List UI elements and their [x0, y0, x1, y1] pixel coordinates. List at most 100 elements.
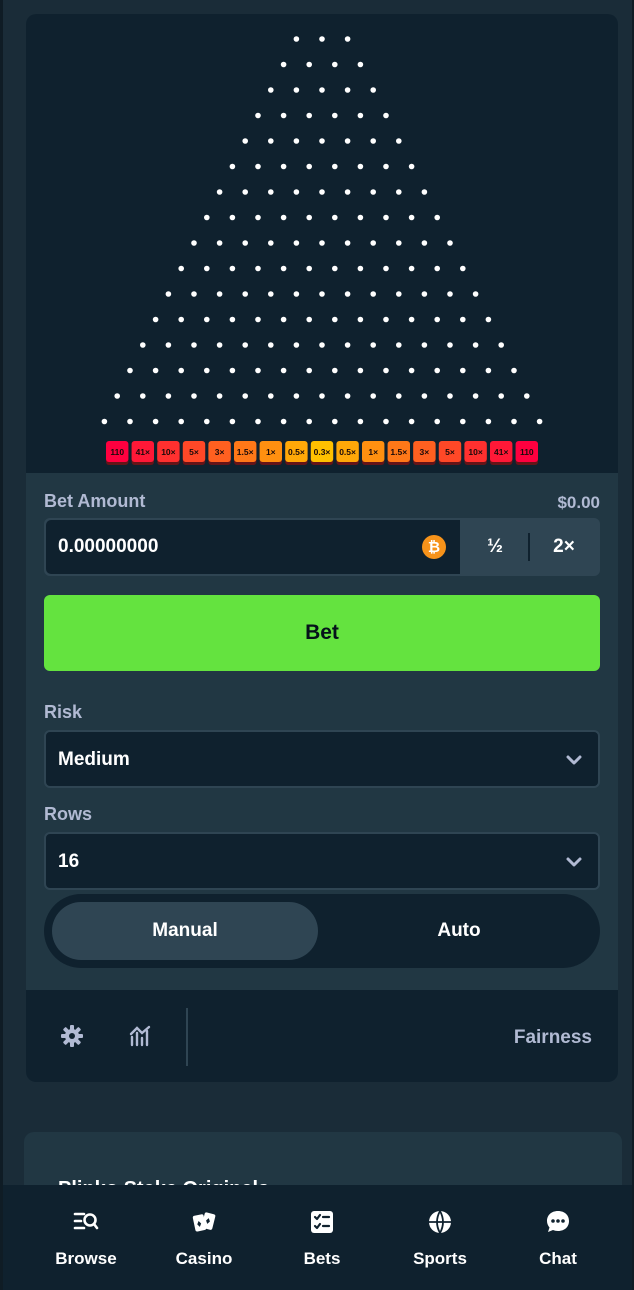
peg — [408, 265, 415, 272]
peg — [460, 265, 466, 272]
peg — [293, 36, 300, 42]
peg — [332, 61, 338, 68]
multiplier-label: 0.5× — [288, 447, 305, 457]
bet-button[interactable]: Bet — [44, 595, 600, 671]
rows-select[interactable]: 16 — [44, 832, 600, 890]
peg — [319, 36, 325, 42]
peg — [293, 87, 300, 93]
peg — [408, 367, 415, 374]
bet-amount-input[interactable]: 0.00000000 ₿ — [46, 520, 460, 574]
peg — [344, 87, 351, 93]
peg — [332, 367, 338, 374]
gear-icon[interactable] — [60, 1024, 84, 1048]
nav-bets[interactable]: Bets — [263, 1185, 381, 1290]
peg — [485, 316, 492, 323]
peg — [524, 393, 530, 399]
peg — [434, 418, 441, 425]
bet-usd-value: $0.00 — [557, 493, 600, 512]
multiplier-slot: 3× — [413, 441, 436, 465]
half-bet-button[interactable]: ½ — [461, 520, 529, 574]
fairness-link[interactable]: Fairness — [514, 1027, 592, 1049]
mode-toggle: Manual Auto — [44, 894, 600, 968]
peg — [152, 367, 159, 374]
nav-sports[interactable]: Sports — [381, 1185, 499, 1290]
peg — [357, 61, 364, 68]
peg — [447, 240, 453, 246]
risk-select[interactable]: Medium — [44, 730, 600, 788]
chat-icon — [547, 1211, 569, 1232]
multiplier-slot: 1.5× — [234, 441, 257, 465]
multiplier-slot: 0.3× — [310, 441, 334, 465]
multiplier-label: 110 — [520, 447, 534, 457]
peg — [204, 367, 210, 374]
nav-browse[interactable]: Browse — [27, 1185, 145, 1290]
risk-label: Risk — [44, 702, 83, 722]
peg — [268, 189, 274, 195]
nav-chat[interactable]: Chat — [499, 1185, 617, 1290]
peg — [178, 418, 184, 425]
peg — [498, 342, 505, 348]
peg — [191, 342, 197, 348]
peg — [536, 418, 543, 425]
multiplier-label: 10× — [468, 447, 482, 457]
peg — [204, 316, 210, 323]
peg — [242, 138, 248, 144]
peg — [255, 214, 261, 221]
peg — [293, 189, 300, 195]
peg — [280, 214, 287, 221]
peg — [434, 316, 441, 323]
plinko-board: 110 41× 10× 5× 3× 1.5× 1× 0.5× 0.3× 0.5× 1× 1.5× 3× 5… — [26, 14, 618, 473]
peg — [293, 342, 300, 348]
peg — [383, 316, 389, 323]
peg — [357, 112, 364, 119]
peg — [383, 367, 389, 374]
peg — [460, 316, 466, 323]
peg — [216, 342, 223, 348]
sports-icon — [429, 1210, 451, 1234]
peg — [383, 214, 389, 221]
peg — [293, 240, 300, 246]
auto-mode-tab[interactable]: Auto — [326, 902, 592, 960]
plinko-board-svg: 110 41× 10× 5× 3× 1.5× 1× 0.5× 0.3× 0.5× 1× 1.5× 3× 5… — [101, 36, 543, 465]
peg — [255, 163, 261, 170]
multiplier-slot: 1× — [362, 441, 385, 465]
double-bet-button[interactable]: 2× — [530, 520, 598, 574]
peg — [383, 163, 389, 170]
peg — [408, 316, 415, 323]
peg — [127, 367, 133, 374]
peg — [191, 393, 197, 399]
peg — [319, 87, 325, 93]
peg — [485, 418, 492, 425]
peg — [268, 138, 274, 144]
peg — [178, 316, 184, 323]
casino-icon — [192, 1212, 216, 1232]
peg — [370, 291, 377, 297]
peg — [421, 393, 428, 399]
peg — [396, 189, 402, 195]
bitcoin-icon: ₿ — [422, 535, 446, 559]
peg — [242, 291, 248, 297]
peg — [460, 367, 466, 374]
risk-value: Medium — [58, 749, 130, 770]
multiplier-label: 1.5× — [237, 447, 254, 457]
multiplier-slot: 1.5× — [387, 441, 410, 465]
left-edge — [0, 0, 3, 1290]
peg — [204, 418, 210, 425]
peg — [306, 61, 313, 68]
rows-label: Rows — [44, 804, 93, 824]
peg — [268, 87, 274, 93]
nav-casino[interactable]: Casino — [145, 1185, 263, 1290]
peg — [152, 316, 159, 323]
nav-bets-label: Bets — [303, 1249, 341, 1268]
peg — [472, 342, 479, 348]
multiplier-slot: 1× — [259, 441, 282, 465]
manual-mode-tab[interactable]: Manual — [52, 902, 318, 960]
multiplier-label: 110 — [110, 447, 124, 457]
peg — [319, 393, 325, 399]
peg — [280, 316, 287, 323]
peg — [165, 393, 172, 399]
peg — [268, 291, 274, 297]
peg — [396, 291, 402, 297]
peg — [306, 418, 313, 425]
stats-icon[interactable] — [128, 1024, 152, 1048]
